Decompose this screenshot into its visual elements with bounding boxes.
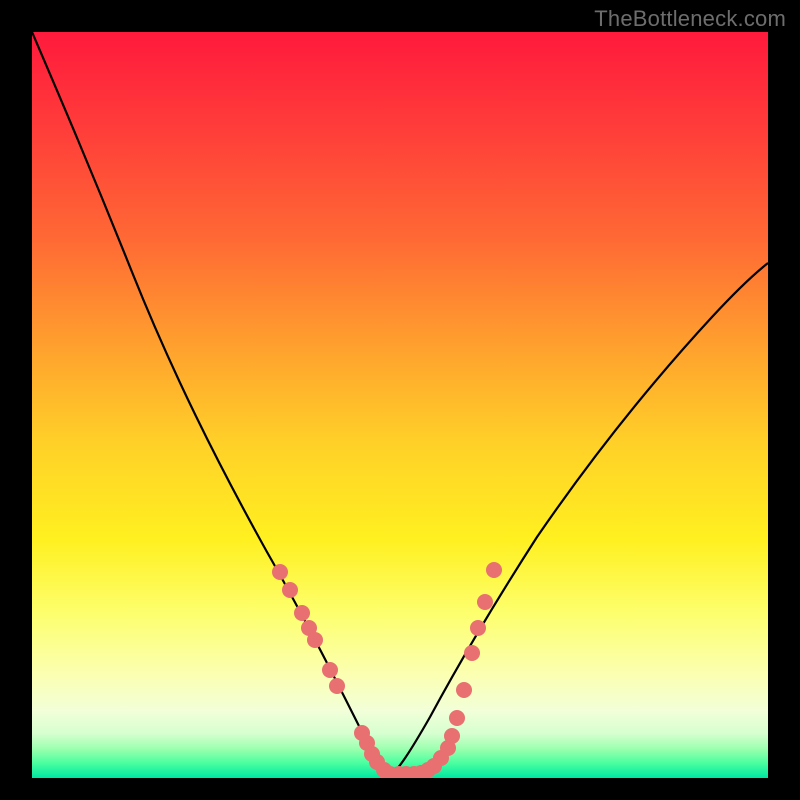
marker-dot (477, 594, 493, 610)
curve-markers (272, 562, 502, 778)
marker-dot (272, 564, 288, 580)
marker-dot (322, 662, 338, 678)
marker-dot (307, 632, 323, 648)
watermark-text: TheBottleneck.com (594, 6, 786, 32)
v-curve-svg (32, 32, 768, 778)
curve-left-branch (32, 32, 390, 775)
marker-dot (486, 562, 502, 578)
plot-area (32, 32, 768, 778)
marker-dot (444, 728, 460, 744)
curve-group (32, 32, 768, 775)
marker-dot (329, 678, 345, 694)
marker-dot (282, 582, 298, 598)
marker-dot (449, 710, 465, 726)
marker-dot (470, 620, 486, 636)
marker-dot (456, 682, 472, 698)
marker-dot (294, 605, 310, 621)
marker-dot (464, 645, 480, 661)
curve-right-branch (390, 263, 768, 775)
chart-frame: TheBottleneck.com (0, 0, 800, 800)
